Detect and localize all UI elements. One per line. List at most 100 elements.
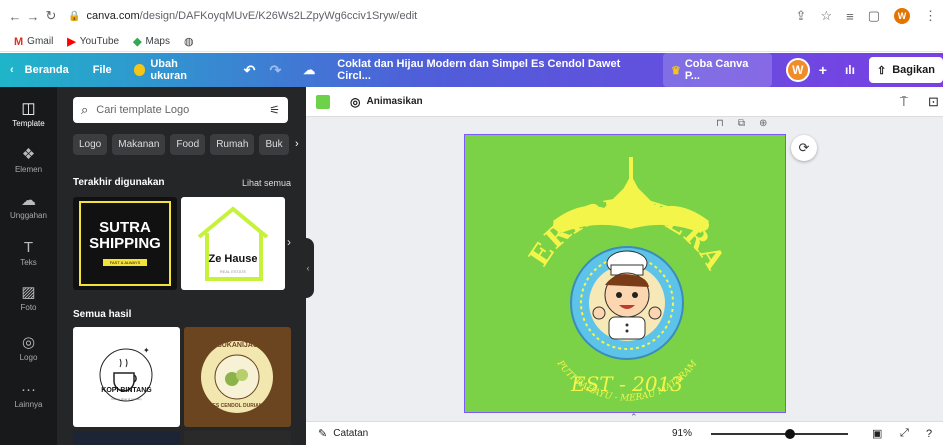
- sutra-line1: SUTRA: [99, 219, 151, 236]
- rail-item-unggahan[interactable]: ☁ Unggahan: [0, 191, 57, 220]
- notes-icon[interactable]: ✎: [318, 427, 327, 440]
- recent-title: Terakhir digunakan: [73, 177, 165, 188]
- zoom-slider-track[interactable]: [711, 433, 848, 435]
- redo-icon[interactable]: ↷: [270, 53, 282, 87]
- chevron-left-small-icon: ‹: [306, 263, 310, 273]
- template-kopi-bintang[interactable]: ✦ KOPI BINTANG Coffee shop & roastery: [73, 327, 180, 427]
- template-search[interactable]: ⌕ Cari template Logo ⚟: [73, 97, 288, 123]
- bookmark-label: YouTube: [79, 36, 120, 47]
- profile-avatar[interactable]: W: [894, 8, 910, 24]
- rail-item-teks[interactable]: T Teks: [0, 239, 57, 267]
- lock-position-icon[interactable]: ⊡: [928, 94, 939, 110]
- upload-icon: ☁: [21, 192, 36, 209]
- bookmarks-bar: M Gmail ▶ YouTube ◆ Maps ◍: [0, 32, 943, 52]
- undo-icon[interactable]: ↶: [244, 53, 256, 87]
- share-page-icon[interactable]: ⇪: [796, 8, 807, 24]
- rail-item-elemen[interactable]: ❖ Elemen: [0, 145, 57, 174]
- search-icon: ⌕: [81, 102, 89, 117]
- chip-logo[interactable]: Logo: [73, 134, 108, 155]
- add-page-icon[interactable]: ⊕: [759, 118, 767, 129]
- page-count-icon[interactable]: ▣: [872, 427, 882, 440]
- chip-food[interactable]: Food: [170, 134, 206, 155]
- document-title[interactable]: Coklat dan Hijau Modern dan Simpel Es Ce…: [337, 53, 649, 87]
- page-lock-icon[interactable]: ⊓: [716, 118, 724, 129]
- see-all-link[interactable]: Lihat semua: [242, 178, 291, 188]
- filter-icon[interactable]: ⚟: [269, 103, 280, 117]
- lock-icon: 🔒: [68, 10, 81, 22]
- rail-item-label: Logo: [19, 353, 38, 362]
- bookmark-label: Maps: [145, 36, 170, 47]
- duplicate-page-icon[interactable]: ⧉: [738, 118, 745, 129]
- try-pro-label: Coba Canva P...: [684, 58, 749, 82]
- chips-next-icon[interactable]: ›: [295, 138, 299, 150]
- rail-item-foto[interactable]: ▨ Foto: [0, 283, 57, 312]
- photo-icon: ▨: [21, 284, 36, 301]
- gmail-icon: M: [14, 35, 24, 48]
- user-avatar[interactable]: W: [785, 58, 810, 82]
- notes-button[interactable]: Catatan: [333, 428, 368, 439]
- resize-label: Ubah ukuran: [150, 58, 188, 82]
- house-outline-icon: [197, 206, 269, 281]
- tab-search-icon[interactable]: ≡: [846, 9, 854, 24]
- sukanijau-top: SUKANIJAU: [217, 342, 258, 349]
- animate-button[interactable]: ◎ Animasikan: [350, 95, 423, 109]
- forward-arrow-icon[interactable]: →: [24, 9, 42, 24]
- zoom-slider-handle[interactable]: [785, 429, 796, 439]
- design-page[interactable]: KERIPIKTERAS EST - 2013: [464, 134, 786, 413]
- color-swatch[interactable]: [316, 94, 330, 109]
- rail-item-label: Foto: [20, 303, 37, 312]
- rail-item-lainnya[interactable]: ··· Lainnya: [0, 381, 57, 409]
- svg-text:✦: ✦: [143, 346, 150, 355]
- keripik-logo: KERIPIKTERAS EST - 2013: [465, 135, 730, 404]
- search-input[interactable]: Cari template Logo: [96, 104, 189, 116]
- refresh-icon[interactable]: ⟳: [791, 135, 817, 161]
- chip-buk[interactable]: Buk: [259, 134, 289, 155]
- youtube-icon: ▶: [67, 36, 76, 48]
- bookmark-gmail[interactable]: M Gmail: [14, 36, 53, 48]
- fullscreen-icon[interactable]: ⤢: [900, 427, 909, 440]
- paint-roller-icon[interactable]: ⍑: [900, 94, 908, 110]
- template-ze-hause[interactable]: Ze Hause REAL ESTATE: [181, 197, 285, 290]
- sutra-line2: SHIPPING: [89, 235, 161, 252]
- bookmark-youtube[interactable]: ▶ YouTube: [67, 35, 119, 48]
- insights-icon[interactable]: ılı: [845, 53, 855, 87]
- sutra-tag: FAST & ALWAYS: [103, 259, 147, 266]
- menu-icon[interactable]: ⋮: [924, 8, 937, 24]
- file-menu[interactable]: File: [93, 53, 112, 87]
- recent-next-icon[interactable]: ›: [287, 235, 291, 249]
- share-button[interactable]: ⇧ Bagikan: [868, 57, 943, 83]
- zoom-value[interactable]: 91%: [672, 428, 692, 439]
- template-sukanijau[interactable]: SUKANIJAU ES CENDOL DURIAN: [184, 327, 291, 427]
- rail-item-label: Elemen: [14, 165, 43, 174]
- collapse-panel-button[interactable]: ‹: [302, 238, 314, 298]
- cloud-saved-icon[interactable]: ☁: [303, 53, 315, 87]
- template-sutra-shipping[interactable]: SUTRA SHIPPING FAST & ALWAYS: [73, 197, 177, 290]
- editor-toolbar: ◎ Animasikan ⍑ ⊡: [306, 87, 943, 117]
- zehause-title: Ze Hause: [208, 253, 258, 265]
- back-arrow-icon[interactable]: ←: [6, 9, 24, 24]
- rail-item-label: Lainnya: [14, 400, 43, 409]
- page-tools: ⊓ ⧉ ⊕: [716, 118, 767, 129]
- home-label: Beranda: [24, 64, 69, 76]
- template-partial-2[interactable]: [184, 431, 291, 445]
- star-icon[interactable]: ☆: [820, 8, 832, 24]
- bookmark-maps[interactable]: ◆ Maps: [133, 35, 170, 48]
- upload-share-icon: ⇧: [876, 64, 887, 77]
- expand-pages-icon[interactable]: ⌃: [630, 412, 638, 423]
- chip-rumah[interactable]: Rumah: [210, 134, 255, 155]
- home-button[interactable]: ‹ Beranda: [10, 53, 69, 87]
- help-icon[interactable]: ?: [926, 428, 932, 440]
- try-canva-pro-button[interactable]: ♛ Coba Canva P...: [662, 53, 772, 87]
- add-collaborator-icon[interactable]: +: [819, 62, 827, 78]
- rail-item-template[interactable]: ◫ Template: [0, 99, 57, 128]
- rail-item-logo[interactable]: ◎ Logo: [0, 333, 57, 362]
- url-host: canva.com: [86, 10, 140, 22]
- url-field[interactable]: 🔒 canva.com /design/DAFKoyqMUvE/K26Ws2LZ…: [68, 10, 417, 22]
- chip-makanan[interactable]: Makanan: [112, 134, 166, 155]
- share-wrapper: ⇧ Bagikan: [868, 53, 943, 87]
- reload-icon[interactable]: ↻: [42, 8, 60, 24]
- resize-button[interactable]: Ubah ukuran: [133, 53, 216, 87]
- globe-bookmark-icon[interactable]: ◍: [184, 35, 194, 48]
- template-partial-1[interactable]: [73, 431, 180, 445]
- sidepanel-icon[interactable]: ▢: [868, 8, 880, 24]
